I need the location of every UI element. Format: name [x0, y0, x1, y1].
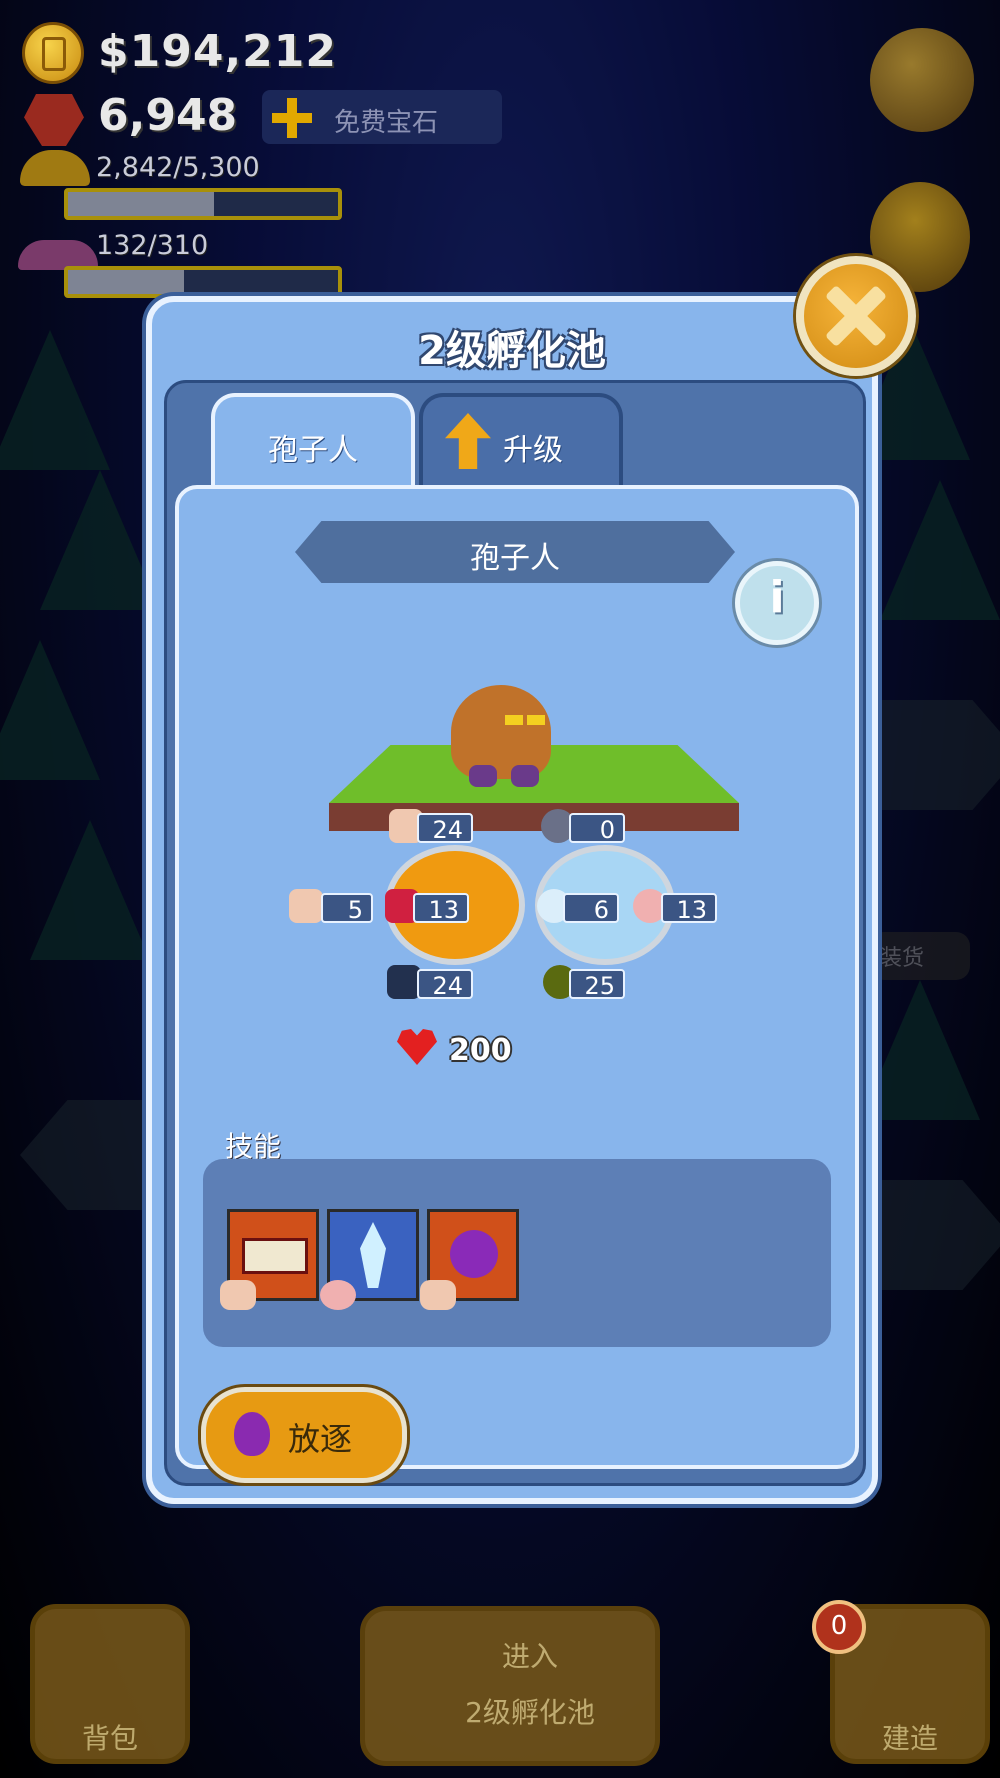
- exile-button[interactable]: 放逐: [201, 1387, 407, 1483]
- praying-hands-icon: [420, 1280, 456, 1310]
- resource1-label: 2,842/5,300: [96, 152, 260, 183]
- resource1-bar-fill: [68, 192, 214, 216]
- resource2-bar-fill: [68, 270, 185, 294]
- tab-content: 孢子人 i 24 0 5 13 6 13 24 25 200 技能 放逐: [175, 485, 859, 1483]
- heart-icon: [397, 1029, 437, 1065]
- free-gems-button[interactable]: 免费宝石: [262, 90, 502, 144]
- plus-icon: [272, 98, 312, 138]
- money-value: $194,212: [98, 26, 338, 77]
- strength-stat: 24: [417, 813, 473, 844]
- brain-icon: [320, 1280, 356, 1310]
- skill-teeth[interactable]: [220, 1209, 319, 1310]
- backpack-button[interactable]: 背包: [30, 1604, 190, 1764]
- gem-icon: [24, 94, 84, 146]
- spore-creature-sprite: [451, 685, 551, 787]
- praying-hands-icon: [289, 889, 323, 923]
- free-gems-label: 免费宝石: [334, 108, 439, 138]
- exile-label: 放逐: [288, 1420, 353, 1458]
- skill-orb[interactable]: [420, 1209, 519, 1310]
- info-icon: i: [769, 572, 785, 623]
- hud: $194,212 6,948 免费宝石 2,842/5,300 132/310: [0, 0, 1000, 298]
- info-button[interactable]: i: [735, 561, 819, 645]
- fist-icon: [220, 1280, 256, 1310]
- resource2-bar: [64, 266, 342, 298]
- gem-value: 6,948: [98, 90, 238, 141]
- perception-stat: 25: [569, 969, 625, 1000]
- creature-name: 孢子人: [470, 541, 560, 576]
- resource1-bar: [64, 188, 342, 220]
- wrench-icon[interactable]: [870, 28, 974, 132]
- modal-title: 2级孵化池: [418, 328, 606, 374]
- speed-stat: 24: [417, 969, 473, 1000]
- skill-ice[interactable]: [320, 1209, 419, 1310]
- backpack-label: 背包: [81, 1722, 138, 1755]
- creature-name-banner: 孢子人: [295, 521, 735, 583]
- modal-inner-panel: 升级 孢子人 孢子人 i 24 0 5 13 6 13 24 25 200 技能…: [164, 380, 866, 1486]
- upgrade-arrow-icon: [445, 413, 491, 469]
- hands-stat: 5: [321, 893, 373, 924]
- mushroom-yellow-icon: [20, 150, 90, 186]
- creature-eye: [505, 715, 523, 725]
- teeth-icon: [242, 1238, 308, 1274]
- intellect-stat: 13: [661, 893, 717, 924]
- enter-pool-button[interactable]: 进入 2级孵化池: [360, 1606, 660, 1766]
- creature-leg: [469, 765, 497, 787]
- skills-panel: [203, 1159, 831, 1347]
- enter-line2: 2级孵化池: [465, 1696, 595, 1729]
- defense-stat: 0: [569, 813, 625, 844]
- hp-value: 200: [449, 1033, 512, 1068]
- coin-icon: [22, 22, 84, 84]
- magic-stat: 6: [563, 893, 619, 924]
- resource2-label: 132/310: [96, 230, 209, 261]
- tab-spore[interactable]: 孢子人: [211, 393, 415, 489]
- enter-line1: 进入: [501, 1640, 558, 1673]
- tab-spore-label: 孢子人: [268, 433, 358, 468]
- egg-icon: [234, 1412, 270, 1456]
- attack-stat: 13: [413, 893, 469, 924]
- speed-icon: [387, 965, 421, 999]
- build-count-badge: 0: [812, 1600, 866, 1654]
- hatchery-modal: 2级孵化池 升级 孢子人 孢子人 i 24 0 5 13 6 13 24 25 …: [146, 296, 878, 1504]
- close-icon[interactable]: [796, 256, 916, 376]
- build-label: 建造: [881, 1722, 938, 1755]
- tab-upgrade-label: 升级: [503, 433, 563, 468]
- creature-leg: [511, 765, 539, 787]
- creature-eye: [527, 715, 545, 725]
- purple-orb-icon: [450, 1230, 498, 1278]
- tab-upgrade[interactable]: 升级: [419, 393, 623, 489]
- ice-crystal-icon: [360, 1222, 386, 1288]
